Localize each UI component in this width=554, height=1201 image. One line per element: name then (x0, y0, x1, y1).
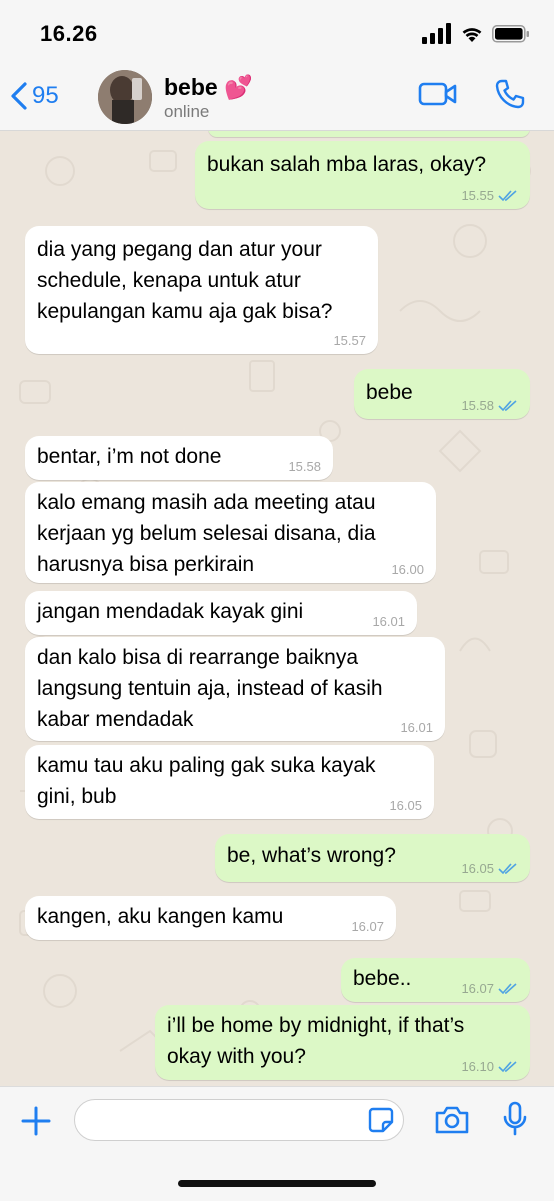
message-bubble-outgoing[interactable]: be, what’s wrong? 16.05 (215, 834, 530, 882)
back-button[interactable]: 95 (10, 78, 59, 114)
message-bubble-outgoing[interactable]: bebe 15.58 (354, 369, 530, 419)
message-text: dia yang pegang dan atur your schedule, … (37, 238, 333, 323)
read-receipt-icon (498, 400, 517, 412)
message-bubble-incoming[interactable]: kangen, aku kangen kamu 16.07 (25, 896, 396, 940)
wifi-icon (462, 28, 482, 42)
message-time: 16.01 (372, 614, 405, 629)
message-bubble-incoming[interactable]: dia yang pegang dan atur your schedule, … (25, 226, 378, 354)
message-bubble-outgoing[interactable]: bebe.. 16.07 (341, 958, 530, 1002)
message-text: jangan mendadak kayak gini (37, 600, 304, 623)
unread-count: 95 (32, 82, 59, 109)
message-bubble-outgoing[interactable]: bukan salah mba laras, okay? 15.55 (195, 141, 530, 209)
status-icons (422, 22, 532, 46)
message-bubble-incoming[interactable]: dan kalo bisa di rearrange baiknya langs… (25, 637, 445, 741)
read-receipt-icon (498, 1061, 517, 1073)
avatar[interactable] (98, 70, 152, 124)
message-bubble-incoming[interactable]: jangan mendadak kayak gini 16.01 (25, 591, 417, 635)
message-input[interactable] (89, 1100, 363, 1140)
attach-button[interactable] (20, 1105, 52, 1142)
message-text: kamu tau aku paling gak suka kayak gini,… (37, 754, 376, 808)
read-receipt-icon (498, 190, 517, 202)
message-time: 16.10 (461, 1059, 494, 1074)
message-bubble-partial[interactable] (208, 131, 530, 137)
message-bubble-incoming[interactable]: kamu tau aku paling gak suka kayak gini,… (25, 745, 434, 819)
message-time: 15.58 (461, 398, 494, 413)
message-bubble-incoming[interactable]: bentar, i’m not done 15.58 (25, 436, 333, 480)
voice-call-button[interactable] (494, 78, 526, 115)
signal-icon (422, 23, 451, 44)
phone-icon (495, 79, 525, 109)
read-receipt-icon (498, 983, 517, 995)
chat-header: 95 bebe 💕 online (0, 64, 554, 131)
message-text: bukan salah mba laras, okay? (207, 153, 486, 176)
message-time: 15.58 (288, 459, 321, 474)
message-bubble-outgoing[interactable]: i’ll be home by midnight, if that’s okay… (155, 1005, 530, 1080)
contact-name[interactable]: bebe 💕 (164, 74, 253, 101)
contact-status: online (164, 102, 210, 121)
microphone-icon (503, 1101, 527, 1136)
sticker-button[interactable] (368, 1107, 394, 1138)
voice-message-button[interactable] (502, 1101, 528, 1142)
status-bar: 16.26 (0, 0, 554, 64)
message-time: 15.55 (461, 188, 494, 203)
message-text: kalo emang masih ada meeting atau kerjaa… (37, 491, 376, 576)
message-text: dan kalo bisa di rearrange baiknya langs… (37, 646, 383, 731)
message-time: 16.05 (461, 861, 494, 876)
video-call-button[interactable] (418, 80, 458, 113)
message-input-container (74, 1099, 404, 1141)
sticker-icon (368, 1107, 394, 1133)
camera-icon (435, 1106, 469, 1134)
message-time: 16.07 (461, 981, 494, 996)
video-camera-icon (418, 82, 457, 106)
message-time: 15.57 (333, 333, 366, 348)
message-text: kangen, aku kangen kamu (37, 905, 284, 928)
status-time: 16.26 (40, 21, 98, 46)
chevron-left-icon (11, 82, 27, 110)
camera-button[interactable] (434, 1105, 470, 1140)
battery-icon (492, 25, 529, 43)
read-receipt-icon (498, 863, 517, 875)
message-text: bentar, i’m not done (37, 445, 222, 468)
message-time: 16.01 (400, 720, 433, 735)
message-bubble-incoming[interactable]: kalo emang masih ada meeting atau kerjaa… (25, 482, 436, 583)
plus-icon (21, 1106, 51, 1136)
message-time: 16.05 (389, 798, 422, 813)
message-time: 16.07 (351, 919, 384, 934)
home-indicator[interactable] (178, 1180, 376, 1187)
chat-area[interactable]: bukan salah mba laras, okay? 15.55 dia y… (0, 131, 554, 1086)
message-time: 16.00 (391, 562, 424, 577)
